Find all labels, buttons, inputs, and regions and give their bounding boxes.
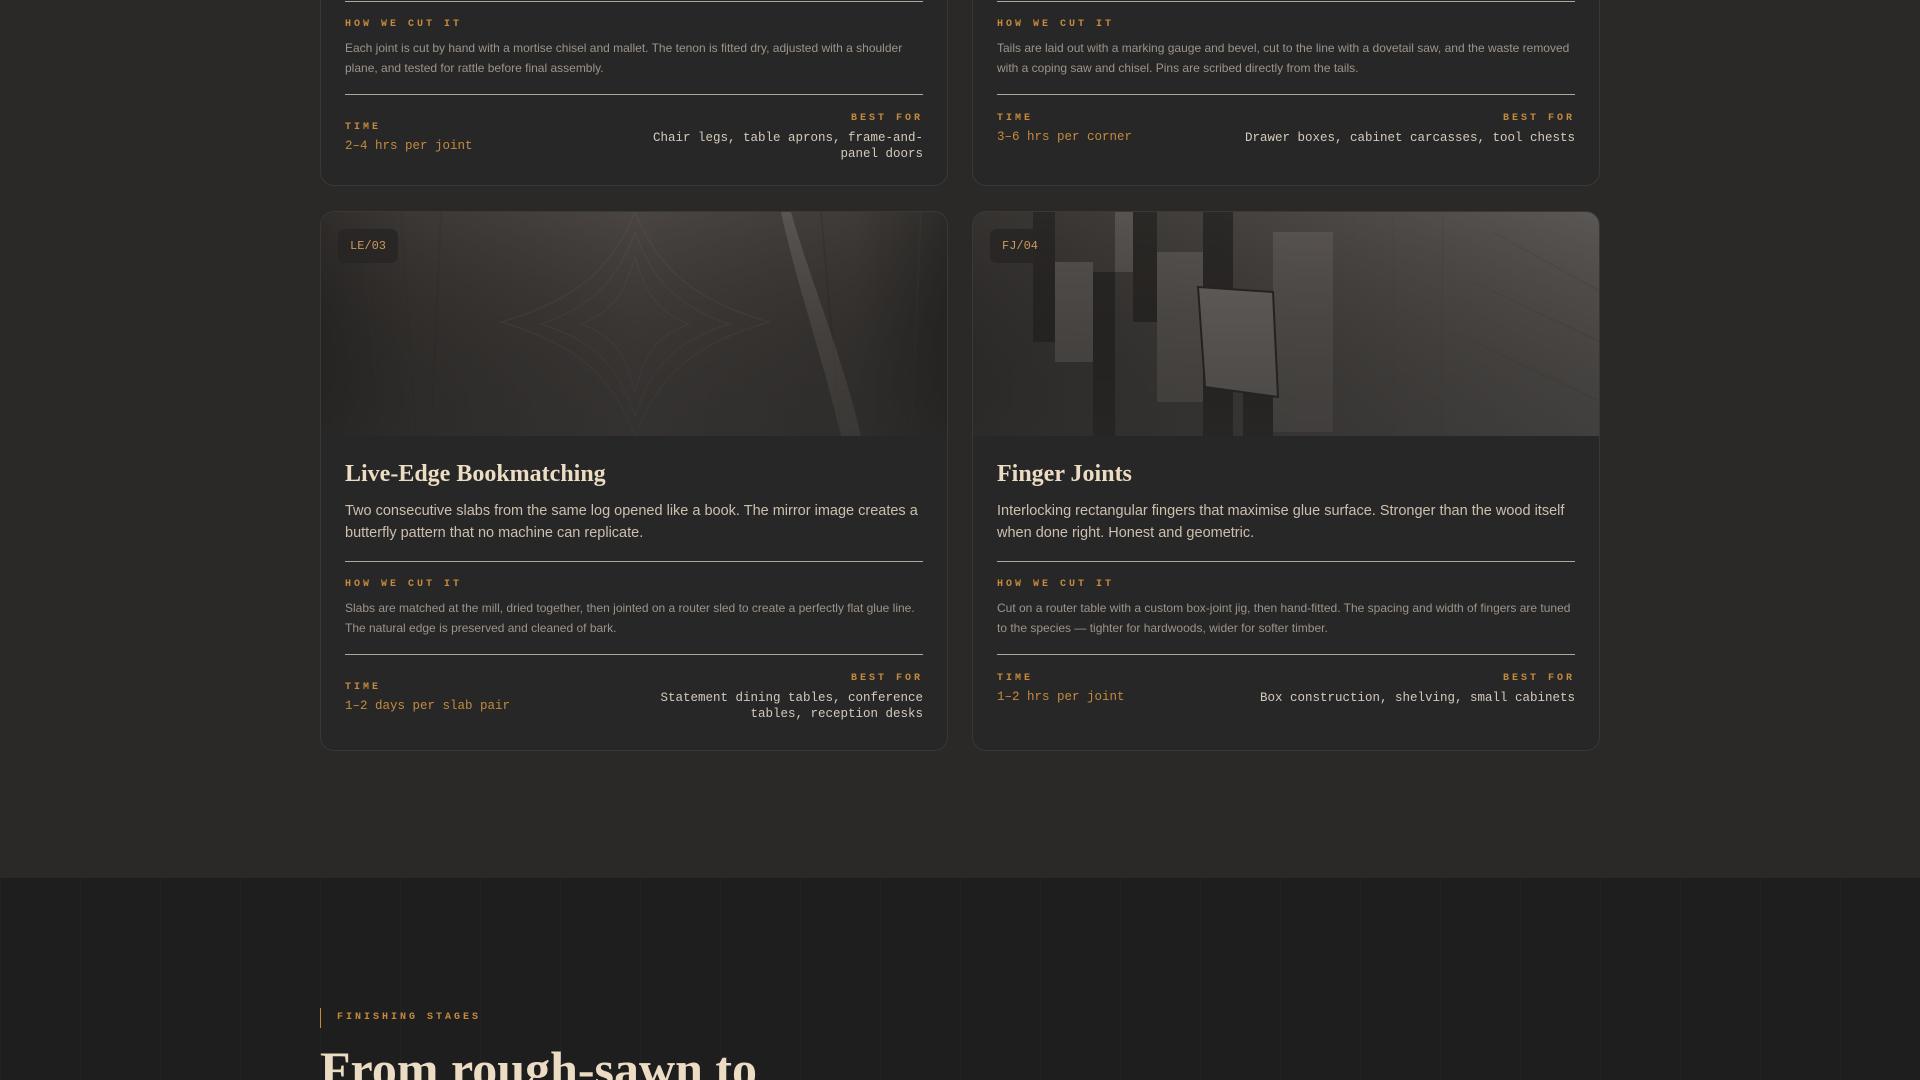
best-for-block: BEST FOR Statement dining tables, confer…: [603, 673, 923, 722]
how-we-cut-it-text: Tails are laid out with a marking gauge …: [997, 41, 1570, 75]
best-for-block: BEST FOR Box construction, shelving, sma…: [1260, 673, 1575, 706]
divider: [997, 654, 1575, 655]
time-block: TIME 1–2 hrs per joint: [997, 673, 1125, 704]
time-value: 1–2 days per slab pair: [345, 699, 511, 713]
technique-code-badge: LE/03: [338, 229, 399, 263]
best-for-value: Statement dining tables, conference tabl…: [660, 691, 923, 721]
finger-joint-wood-image: [973, 212, 1599, 436]
card-meta: TIME 2–4 hrs per joint BEST FOR Chair le…: [345, 113, 923, 162]
how-we-cut-it-label: HOW WE CUT IT: [345, 19, 463, 30]
technique-card-finger-joints: FJ/04 Finger Joints Interlocking rectang…: [972, 211, 1600, 751]
how-we-cut-it-label: HOW WE CUT IT: [345, 579, 463, 590]
best-for-label: BEST FOR: [850, 113, 923, 124]
divider: [345, 561, 923, 562]
best-for-value: Drawer boxes, cabinet carcasses, tool ch…: [1244, 131, 1575, 145]
how-we-cut-it-label: HOW WE CUT IT: [997, 19, 1115, 30]
finishing-stages-section: FINISHING STAGES From rough-sawn to: [0, 878, 1920, 1080]
card-description: Two consecutive slabs from the same log …: [345, 503, 918, 541]
divider: [997, 561, 1575, 562]
time-label: TIME: [997, 113, 1034, 124]
technique-cards-top-row: HOW WE CUT IT Each joint is cut by hand …: [320, 0, 1600, 186]
how-we-cut-it-text: Cut on a router table with a custom box-…: [997, 601, 1571, 635]
divider: [997, 94, 1575, 95]
time-label: TIME: [345, 682, 382, 693]
how-we-cut-it-text: Slabs are matched at the mill, dried tog…: [345, 601, 915, 635]
time-block: TIME 2–4 hrs per joint: [345, 122, 473, 153]
time-label: TIME: [997, 673, 1034, 684]
section-heading: From rough-sawn to: [320, 1041, 758, 1080]
background-stripes: [0, 878, 1920, 1080]
card-meta: TIME 1–2 hrs per joint BEST FOR Box cons…: [997, 673, 1575, 706]
best-for-value: Chair legs, table aprons, frame-and-pane…: [652, 131, 923, 161]
divider: [997, 1, 1575, 2]
finger-joint-photo: FJ/04: [973, 212, 1599, 436]
time-label: TIME: [345, 122, 382, 133]
how-we-cut-it-label: HOW WE CUT IT: [997, 579, 1115, 590]
time-value: 2–4 hrs per joint: [345, 139, 473, 153]
card-meta: TIME 3–6 hrs per corner BEST FOR Drawer …: [997, 113, 1575, 146]
technique-card-dovetail: HOW WE CUT IT Tails are laid out with a …: [972, 0, 1600, 186]
best-for-label: BEST FOR: [850, 673, 923, 684]
divider: [345, 94, 923, 95]
technique-card-live-edge: LE/03 Live-Edge Bookmatching Two consecu…: [320, 211, 948, 751]
bookmatched-wood-image: [321, 212, 947, 436]
card-title: Live-Edge Bookmatching: [345, 461, 606, 487]
best-for-block: BEST FOR Drawer boxes, cabinet carcasses…: [1245, 113, 1575, 146]
how-we-cut-it-text: Each joint is cut by hand with a mortise…: [345, 41, 903, 75]
card-meta: TIME 1–2 days per slab pair BEST FOR Sta…: [345, 673, 923, 722]
time-value: 1–2 hrs per joint: [997, 690, 1125, 704]
divider: [345, 1, 923, 2]
best-for-label: BEST FOR: [1502, 673, 1575, 684]
best-for-label: BEST FOR: [1502, 113, 1575, 124]
best-for-block: BEST FOR Chair legs, table aprons, frame…: [623, 113, 923, 162]
card-title: Finger Joints: [997, 461, 1132, 487]
section-eyebrow: FINISHING STAGES: [320, 1008, 481, 1028]
technique-card-mortise: HOW WE CUT IT Each joint is cut by hand …: [320, 0, 948, 186]
time-value: 3–6 hrs per corner: [997, 130, 1133, 144]
technique-code-badge: FJ/04: [990, 229, 1051, 263]
time-block: TIME 3–6 hrs per corner: [997, 113, 1132, 144]
time-block: TIME 1–2 days per slab pair: [345, 682, 510, 713]
best-for-value: Box construction, shelving, small cabine…: [1259, 691, 1575, 705]
live-edge-photo: LE/03: [321, 212, 947, 436]
divider: [345, 654, 923, 655]
technique-cards-bottom-row: LE/03 Live-Edge Bookmatching Two consecu…: [320, 211, 1600, 751]
card-description: Interlocking rectangular fingers that ma…: [997, 503, 1565, 541]
